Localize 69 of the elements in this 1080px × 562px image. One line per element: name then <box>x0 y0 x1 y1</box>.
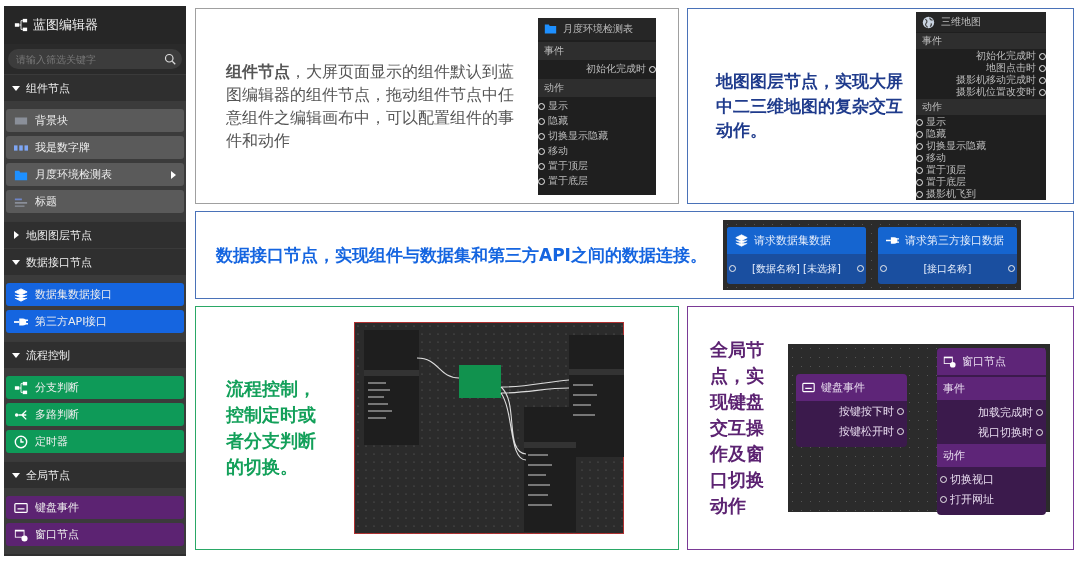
node-item[interactable]: 标题 <box>6 190 184 213</box>
window-icon <box>14 527 28 542</box>
keyboard-icon <box>802 381 815 394</box>
port-label: 移动 <box>548 144 568 158</box>
port-label: 隐藏 <box>926 127 946 141</box>
port-label: 加载完成时 <box>978 404 1033 420</box>
port-label: 摄影机移动完成时 <box>956 73 1036 86</box>
port-label: 切换显示隐藏 <box>926 139 986 153</box>
node-item[interactable]: 多路判断 <box>6 403 184 426</box>
section-label: 动作 <box>916 99 1046 115</box>
param-label: [数据名称] [未选择] <box>752 261 841 276</box>
editor-title: 蓝图编辑器 <box>33 16 98 34</box>
card-description: 流程控制，控制定时或者分支判断的切换。 <box>226 376 317 480</box>
port-label: 置于顶层 <box>926 163 966 176</box>
port-label: 置于顶层 <box>548 159 588 173</box>
node-item[interactable]: 定时器 <box>6 430 184 453</box>
port-label: 按键按下时 <box>839 403 894 419</box>
port-label: 显示 <box>926 115 946 128</box>
layers-icon <box>734 233 748 247</box>
node-item[interactable]: 我是数字牌 <box>6 136 184 159</box>
port-label: 初始化完成时 <box>586 62 646 76</box>
port-label: 移动 <box>926 151 946 165</box>
card-description: 地图图层节点，实现大屏中二三维地图的复杂交互动作。 <box>716 70 904 143</box>
fork-icon <box>14 407 28 422</box>
port-label: 显示 <box>548 99 568 113</box>
blueprint-icon <box>14 18 28 32</box>
submenu-arrow-icon <box>171 170 176 179</box>
node-title: 月度环境检测表 <box>538 17 656 40</box>
globe-icon <box>922 15 935 29</box>
port-label: 初始化完成时 <box>976 49 1036 62</box>
node-item[interactable]: 背景块 <box>6 109 184 132</box>
card-description: 数据接口节点，实现组件与数据集和第三方API之间的数据连接。 <box>216 243 707 267</box>
port-label: 切换视口 <box>950 471 994 487</box>
search-icon[interactable] <box>164 53 176 65</box>
port-label: 置于底层 <box>548 174 588 188</box>
port-label: 打开网址 <box>950 491 994 507</box>
window-icon <box>943 355 956 368</box>
card-description: 组件节点，大屏页面显示的组件默认到蓝图编辑器的组件节点，拖动组件节点中任意组件之编辑画布中，可以配置组件的事件和动作 <box>226 60 515 153</box>
node-title: 键盘事件 <box>796 374 907 401</box>
node-title: 窗口节点 <box>937 348 1046 375</box>
section-label: 动作 <box>538 78 656 97</box>
node-item[interactable]: 月度环境检测表 <box>6 163 184 186</box>
node-title: 请求数据集数据 <box>726 226 866 254</box>
port-label: 摄影机位置改变时 <box>956 85 1036 99</box>
node-item[interactable]: 分支判断 <box>6 376 184 399</box>
section-label: 事件 <box>916 33 1046 49</box>
node-item[interactable]: 键盘事件 <box>6 496 184 519</box>
section-label: 事件 <box>937 377 1046 400</box>
keyboard-icon <box>14 500 28 515</box>
node-item[interactable]: 窗口节点 <box>6 523 184 546</box>
card-description: 全局节点，实现键盘交互操作及窗口切换动作 <box>710 337 765 519</box>
port-label: 隐藏 <box>548 114 568 128</box>
node-item[interactable]: 第三方API接口 <box>6 310 184 333</box>
clock-icon <box>14 434 28 449</box>
param-label: [接口名称] <box>923 261 972 276</box>
port-label: 置于底层 <box>926 175 966 188</box>
port-label: 视口切换时 <box>978 424 1033 440</box>
port-label: 按键松开时 <box>839 423 894 439</box>
node-title: 三维地图 <box>916 12 1046 32</box>
section-label: 事件 <box>538 41 656 60</box>
layers-icon <box>14 287 28 302</box>
node-item[interactable]: 数据集数据接口 <box>6 283 184 306</box>
folder-icon <box>544 22 557 35</box>
branch-icon <box>14 380 28 395</box>
section-label: 动作 <box>937 444 1046 467</box>
port-label: 切换显示隐藏 <box>548 129 608 143</box>
node-title: 请求第三方接口数据 <box>877 226 1017 254</box>
port-label: 地图点击时 <box>986 61 1036 74</box>
port-label: 摄影机飞到 <box>926 187 976 201</box>
